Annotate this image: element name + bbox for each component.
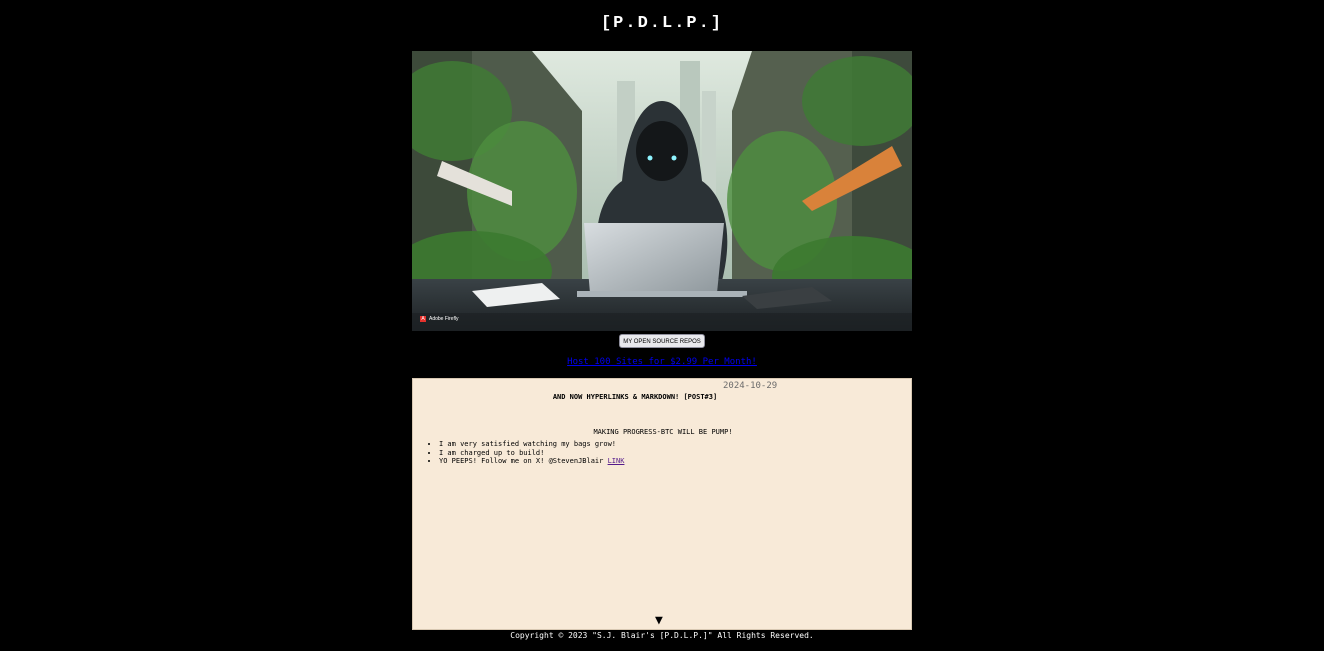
hosting-promo-link[interactable]: Host 100 Sites for $2.99 Per Month! [567,357,757,367]
hosting-promo: Host 100 Sites for $2.99 Per Month! [0,357,1324,367]
site-title: [P.D.L.P.] [600,14,724,33]
x-profile-link[interactable]: LINK [608,457,625,465]
list-item: I am charged up to build! [439,449,624,458]
open-source-repos-button[interactable]: MY OPEN SOURCE REPOS [619,334,705,348]
list-item: YO PEEPS! Follow me on X! @StevenJBlair … [439,457,624,466]
post-bullet-list: I am very satisfied watching my bags gro… [427,440,624,466]
adobe-icon: A [420,316,426,322]
hero-image: A Adobe Firefly [412,51,912,331]
scroll-down-arrow-icon[interactable]: ▼ [655,614,663,628]
watermark: A Adobe Firefly [420,316,458,322]
list-item-text: YO PEEPS! Follow me on X! @StevenJBlair [439,457,608,465]
post-date: 2024-10-29 [723,381,778,391]
copyright-footer: Copyright © 2023 "S.J. Blair's [P.D.L.P.… [510,631,814,640]
post-title: AND NOW HYPERLINKS & MARKDOWN! [POST#3] [552,393,718,401]
list-item-text: I am charged up to build! [439,448,545,457]
watermark-text: Adobe Firefly [429,316,459,322]
post-subtitle: MAKING PROGRESS-BTC WILL BE PUMP! [593,428,733,436]
list-item-text: I am very satisfied watching my bags gro… [439,440,617,448]
page: [P.D.L.P.] A Adobe Firefly MY OPEN SOURC… [0,0,1324,651]
list-item: I am very satisfied watching my bags gro… [439,440,624,449]
blog-post: 2024-10-29 AND NOW HYPERLINKS & MARKDOWN… [412,378,912,630]
